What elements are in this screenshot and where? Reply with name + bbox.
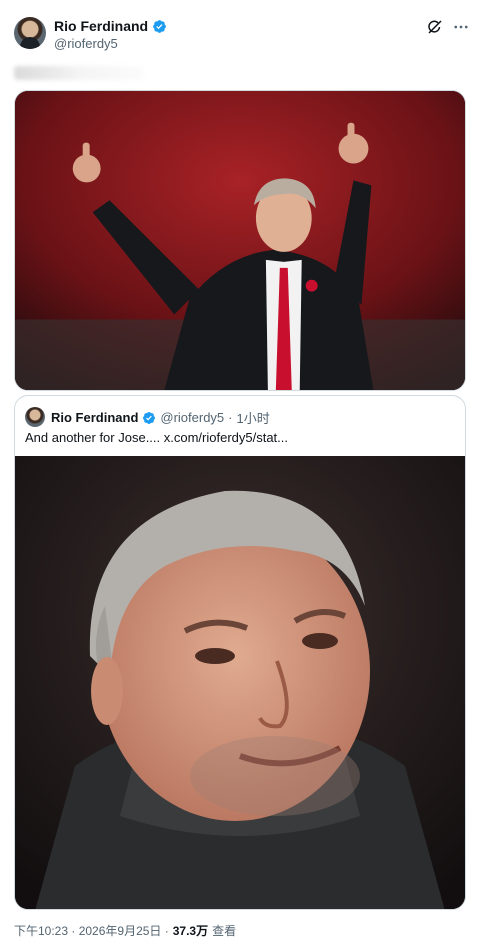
author-handle[interactable]: @rioferdy5: [54, 36, 118, 51]
post-timestamp[interactable]: 下午10:23 · 2026年9月25日 ·: [14, 922, 169, 939]
quoted-post-text: And another for Jose.... x.com/rioferdy5…: [25, 430, 289, 445]
separator-dot: ·: [228, 410, 233, 425]
verified-badge-icon: [153, 19, 167, 33]
more-horizontal-icon[interactable]: [452, 18, 470, 36]
thumbs-up-photo: [15, 91, 465, 390]
tweet-photo[interactable]: [14, 90, 466, 391]
quoted-tweet-photo[interactable]: [15, 456, 465, 909]
quoted-author-avatar: [25, 407, 45, 427]
tweet-footer: 下午10:23 · 2026年9月25日 · 37.3万 查看: [14, 922, 236, 939]
quoted-author-row: Rio Ferdinand @rioferdy5 · 1小时: [51, 408, 270, 427]
quoted-tweet[interactable]: Rio Ferdinand @rioferdy5 · 1小时 And anoth…: [14, 395, 466, 910]
verified-badge-icon: [143, 411, 156, 424]
portrait-photo: [15, 456, 465, 909]
grok-icon[interactable]: [426, 18, 444, 36]
view-count: 37.3万: [172, 924, 209, 938]
author-avatar[interactable]: [14, 17, 46, 49]
quoted-author-name: Rio Ferdinand: [51, 410, 139, 425]
redacted-tweet-text: [14, 66, 144, 80]
quoted-author-handle: @rioferdy5: [160, 410, 225, 425]
tweet-header: Rio Ferdinand @rioferdy5: [14, 14, 482, 54]
quoted-post-time: 1小时: [236, 411, 270, 426]
author-name[interactable]: Rio Ferdinand: [54, 18, 148, 34]
views-label: 查看: [212, 924, 237, 938]
author-name-row: Rio Ferdinand: [54, 18, 167, 34]
